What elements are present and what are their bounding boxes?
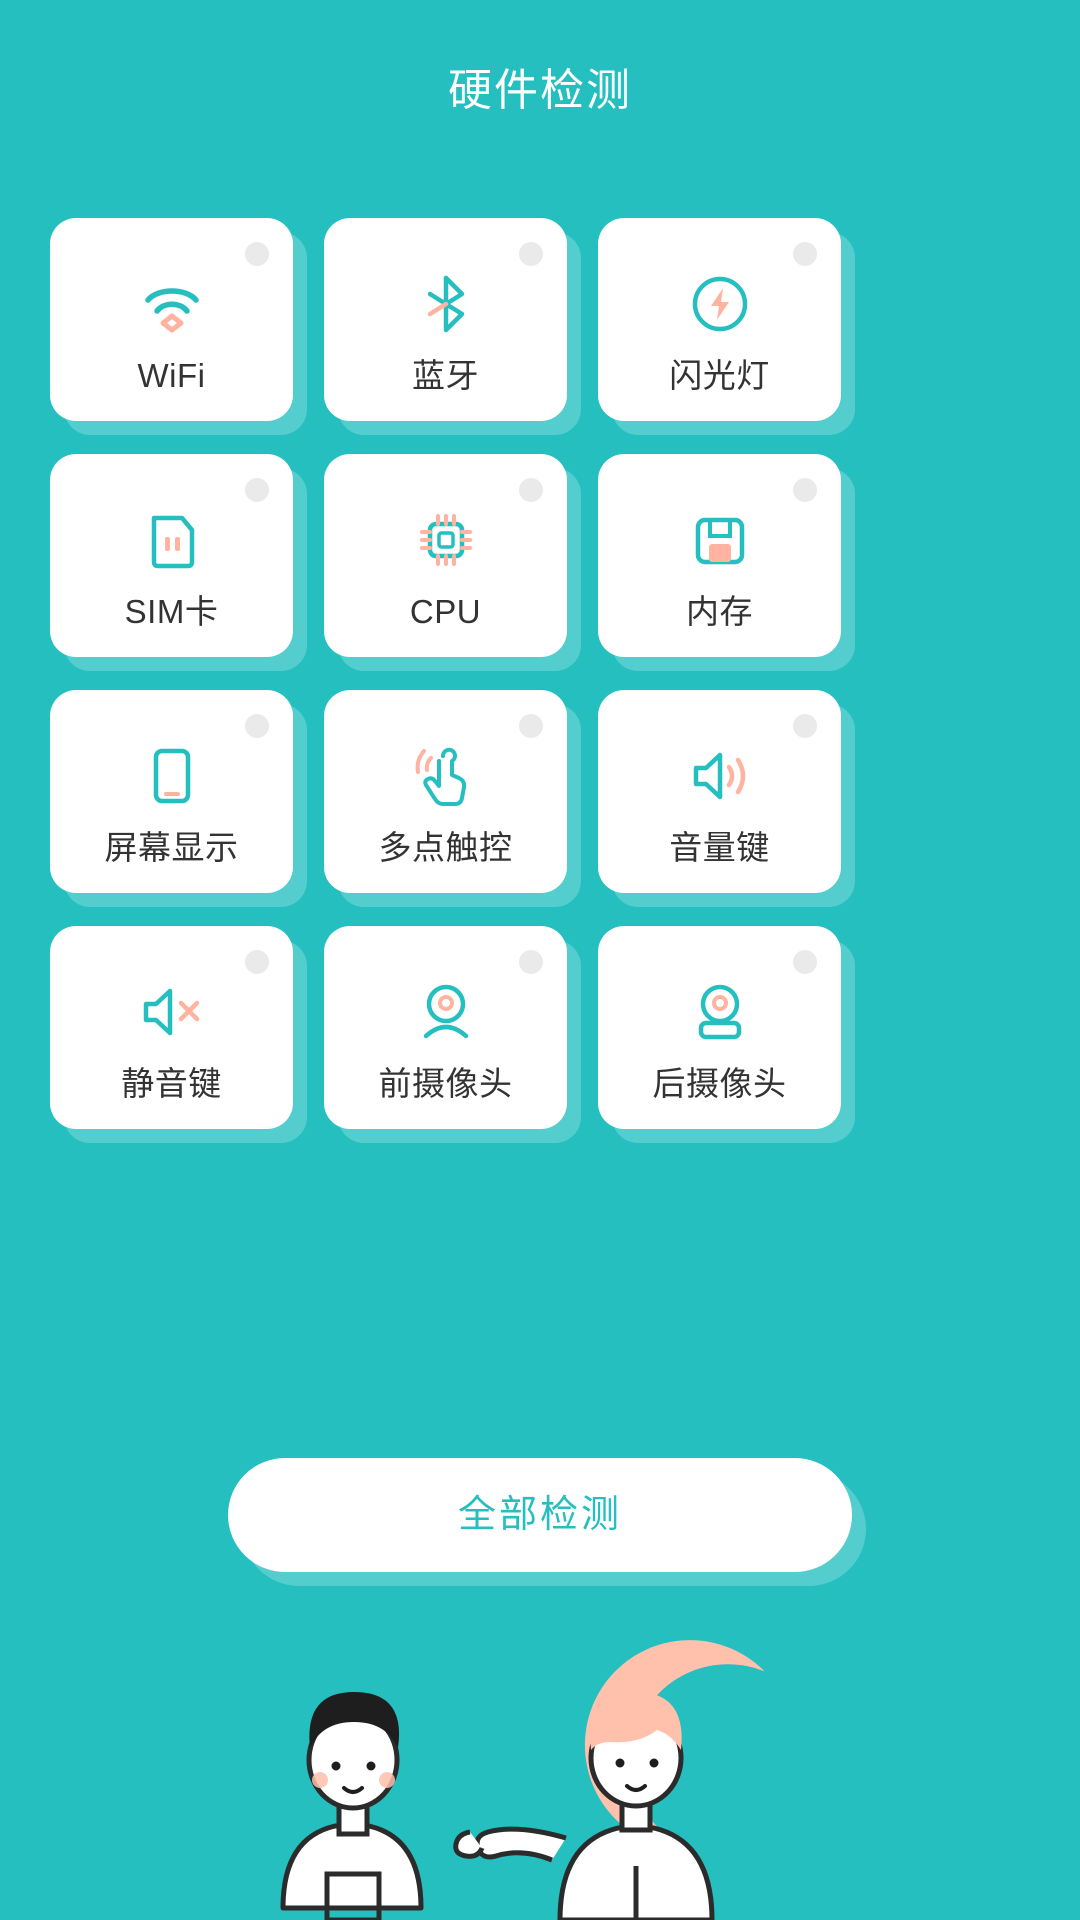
card-label: WiFi	[137, 357, 206, 394]
wifi-icon	[136, 268, 208, 340]
status-dot	[519, 478, 543, 502]
card-label: 闪光灯	[669, 357, 770, 394]
card-label: CPU	[409, 593, 482, 630]
status-dot	[793, 950, 817, 974]
card-rear-camera[interactable]: 后摄像头	[598, 926, 841, 1129]
detect-all-button[interactable]: 全部检测	[228, 1458, 852, 1572]
hardware-detection-screen: 硬件检测 WiFi 蓝牙 闪光灯 SIM卡 CPU 内存 屏幕显示 多点触控 音…	[0, 0, 1080, 1920]
card-label: 前摄像头	[378, 1065, 513, 1102]
card-flashlight[interactable]: 闪光灯	[598, 218, 841, 421]
status-dot	[519, 950, 543, 974]
card-wifi[interactable]: WiFi	[50, 218, 293, 421]
card-label: SIM卡	[124, 593, 219, 630]
page-title: 硬件检测	[448, 66, 632, 115]
card-label: 后摄像头	[652, 1065, 787, 1102]
hardware-card-grid: WiFi 蓝牙 闪光灯 SIM卡 CPU 内存 屏幕显示 多点触控 音量键 静音…	[50, 218, 1030, 1129]
card-label: 静音键	[121, 1065, 222, 1102]
card-screen[interactable]: 屏幕显示	[50, 690, 293, 893]
volume-mute-icon	[136, 976, 208, 1048]
status-dot	[519, 714, 543, 738]
card-label: 蓝牙	[412, 357, 479, 394]
card-label: 屏幕显示	[104, 829, 239, 866]
card-cpu[interactable]: CPU	[324, 454, 567, 657]
status-dot	[793, 714, 817, 738]
card-label: 内存	[686, 593, 753, 630]
status-dot	[245, 950, 269, 974]
rear-camera-icon	[684, 976, 756, 1048]
volume-up-icon	[684, 740, 756, 812]
flashlight-icon	[684, 268, 756, 340]
status-dot	[519, 242, 543, 266]
status-dot	[245, 714, 269, 738]
sim-card-icon	[136, 504, 208, 576]
card-bluetooth[interactable]: 蓝牙	[324, 218, 567, 421]
card-multitouch[interactable]: 多点触控	[324, 690, 567, 893]
cpu-icon	[410, 504, 482, 576]
status-dot	[245, 242, 269, 266]
status-dot	[793, 242, 817, 266]
status-dot	[245, 478, 269, 502]
bottom-illustration	[0, 1600, 1080, 1920]
card-label: 多点触控	[378, 829, 513, 866]
card-label: 音量键	[669, 829, 770, 866]
memory-icon	[684, 504, 756, 576]
card-volume[interactable]: 音量键	[598, 690, 841, 893]
card-sim[interactable]: SIM卡	[50, 454, 293, 657]
detect-all-label: 全部检测	[457, 1494, 622, 1536]
card-mute[interactable]: 静音键	[50, 926, 293, 1129]
touch-icon	[410, 740, 482, 812]
bluetooth-icon	[410, 268, 482, 340]
card-front-camera[interactable]: 前摄像头	[324, 926, 567, 1129]
screen-icon	[136, 740, 208, 812]
front-camera-icon	[410, 976, 482, 1048]
status-dot	[793, 478, 817, 502]
card-memory[interactable]: 内存	[598, 454, 841, 657]
